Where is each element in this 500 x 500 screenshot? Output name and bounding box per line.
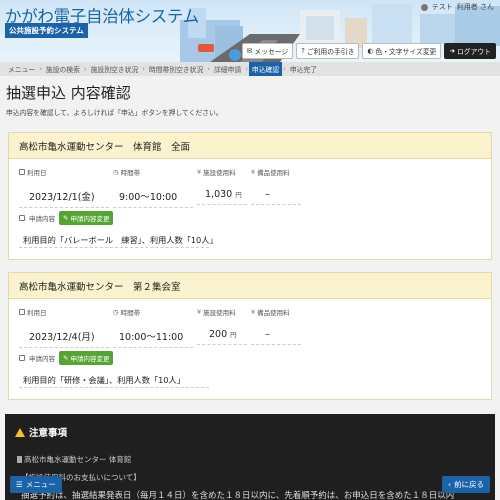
- equip-fee-value: –: [265, 329, 270, 340]
- date-label: 利用日: [27, 169, 47, 177]
- time-value: 9:00～10:00: [119, 192, 178, 203]
- date-value: 2023/12/1(金): [29, 192, 95, 203]
- yen-icon: ¥: [251, 168, 256, 176]
- change-label: 申請内容変更: [70, 355, 110, 363]
- breadcrumb: メニュー › 施設の検索 › 施設別空き状況 › 時間帯別空き状況 › 詳細申請 › 申込…: [0, 62, 500, 76]
- edit-icon: ✎: [63, 214, 69, 222]
- date-value: 2023/12/4(月): [29, 332, 95, 343]
- bullet-icon: [17, 456, 22, 463]
- facility-name: 高松市亀水運動センター 体育館 全面: [9, 133, 491, 159]
- message-label: メッセージ: [254, 48, 289, 56]
- equip-fee-value: –: [265, 189, 270, 200]
- notice-panel: 注意事項 高松市亀水運動センター 体育館 【施設使用料のお支払いについて】 抽選…: [5, 414, 495, 500]
- edit-icon: ✎: [63, 354, 69, 362]
- equip-fee-label: 備品使用料: [257, 309, 290, 317]
- yen-icon: ¥: [197, 308, 202, 316]
- yen-icon: ¥: [197, 168, 202, 176]
- yen-icon: ¥: [251, 308, 256, 316]
- equip-fee-label: 備品使用料: [257, 169, 290, 177]
- change-request-button[interactable]: ✎ 申請内容変更: [59, 351, 114, 365]
- logout-label: ログアウト: [457, 48, 491, 56]
- app-subtitle: 公共施設予約システム: [5, 23, 88, 38]
- crumb-detail[interactable]: 詳細申請: [211, 64, 244, 74]
- fee-column: ¥ 施設使用料 200 円: [197, 307, 247, 345]
- booking-card: 高松市亀水運動センター 第２集会室 利用日 2023/12/4(月) ◷ 時間帯 …: [8, 272, 492, 400]
- time-column: ◷ 時間帯 9:00～10:00: [113, 167, 193, 208]
- equip-fee-column: ¥ 備品使用料 –: [251, 167, 301, 205]
- page-intro: 申込内容を確認して、よろしければ「申込」ボタンを押してください。: [6, 109, 223, 117]
- equip-fee-column: ¥ 備品使用料 –: [251, 307, 301, 345]
- yen-unit: 円: [230, 331, 237, 339]
- notice-facility-text: 高松市亀水運動センター 体育館: [24, 455, 132, 464]
- request-value: 利用目的「バレーボール 練習」、利用人数「10人」: [23, 235, 218, 245]
- time-label: 時間帯: [120, 309, 141, 317]
- notice-header: 注意事項: [5, 414, 495, 450]
- change-label: 申請内容変更: [70, 215, 110, 223]
- clock-icon: ◷: [113, 168, 119, 176]
- notice-payment-text: 抽選予約は、抽選結果発表日（毎月１４日）を含めた１８日以内に、先着順予約は、お申…: [21, 491, 455, 500]
- page-title: 抽選申込 内容確認: [6, 84, 131, 102]
- request-row: 申請内容 ✎ 申請内容変更: [19, 211, 114, 225]
- site-header: かがわ電子自治体システム 公共施設予約システム テスト 利用者 さん ✉ メッセー…: [0, 0, 500, 62]
- facility-name: 高松市亀水運動センター 第２集会室: [9, 273, 491, 299]
- header-buttons: ✉ メッセージ ? ご利用の手引き ◐ 色・文字サイズ変更 ➜ ログアウト: [241, 43, 496, 59]
- request-label: 申請内容: [29, 215, 55, 223]
- request-label: 申請内容: [29, 355, 55, 363]
- guide-label: ご利用の手引き: [306, 48, 355, 56]
- clock-icon: ◷: [113, 308, 119, 316]
- warning-icon: [15, 427, 25, 437]
- crumb-menu[interactable]: メニュー: [5, 64, 38, 74]
- color-font-label: 色・文字サイズ変更: [375, 48, 437, 56]
- crumb-complete: 申込完了: [289, 66, 317, 74]
- crumb-time-availability[interactable]: 時間帯別空き状況: [146, 64, 206, 74]
- menu-button[interactable]: ☰ メニュー: [10, 476, 62, 493]
- user-suffix: 利用者 さん: [456, 3, 494, 11]
- yen-unit: 円: [235, 191, 242, 199]
- palette-icon: ◐: [367, 47, 374, 55]
- fee-label: 施設使用料: [203, 309, 236, 317]
- calendar-icon: [19, 309, 25, 315]
- crumb-search[interactable]: 施設の検索: [43, 64, 83, 74]
- fee-value: 200: [209, 329, 228, 340]
- user-info: テスト 利用者 さん: [420, 2, 494, 12]
- change-request-button[interactable]: ✎ 申請内容変更: [59, 211, 114, 225]
- calendar-icon: [19, 169, 25, 175]
- guide-icon: ?: [301, 47, 305, 55]
- fee-column: ¥ 施設使用料 1,030 円: [197, 167, 247, 205]
- back-icon: ‹: [448, 480, 451, 489]
- fee-value: 1,030: [205, 189, 233, 200]
- message-icon: ✉: [246, 47, 253, 55]
- time-label: 時間帯: [120, 169, 141, 177]
- booking-card: 高松市亀水運動センター 体育館 全面 利用日 2023/12/1(金) ◷ 時間帯…: [8, 132, 492, 260]
- back-button[interactable]: ‹ 前に戻る: [442, 476, 490, 493]
- user-name: テスト: [431, 3, 453, 11]
- guide-button[interactable]: ? ご利用の手引き: [296, 43, 360, 59]
- back-label: 前に戻る: [454, 480, 484, 489]
- notice-title: 注意事項: [29, 428, 68, 439]
- notice-facility: 高松市亀水運動センター 体育館: [17, 454, 131, 465]
- logout-button[interactable]: ➜ ログアウト: [444, 43, 496, 59]
- user-icon: [420, 3, 428, 11]
- fee-label: 施設使用料: [203, 169, 236, 177]
- logout-icon: ➜: [449, 47, 456, 55]
- request-value: 利用目的「研修・会議」、利用人数「10人」: [23, 375, 185, 385]
- request-row: 申請内容 ✎ 申請内容変更: [19, 351, 114, 365]
- document-icon: [19, 355, 25, 361]
- message-button[interactable]: ✉ メッセージ: [241, 43, 294, 59]
- date-label: 利用日: [27, 309, 47, 317]
- menu-label: メニュー: [25, 480, 56, 489]
- time-column: ◷ 時間帯 10:00～11:00: [113, 307, 193, 348]
- crumb-facility-availability[interactable]: 施設別空き状況: [88, 64, 142, 74]
- color-font-button[interactable]: ◐ 色・文字サイズ変更: [362, 43, 442, 59]
- menu-icon: ☰: [16, 480, 23, 489]
- date-column: 利用日 2023/12/1(金): [19, 167, 109, 208]
- crumb-confirm: 申込確認: [248, 62, 283, 76]
- document-icon: [19, 215, 25, 221]
- time-value: 10:00～11:00: [119, 332, 184, 343]
- date-column: 利用日 2023/12/4(月): [19, 307, 109, 348]
